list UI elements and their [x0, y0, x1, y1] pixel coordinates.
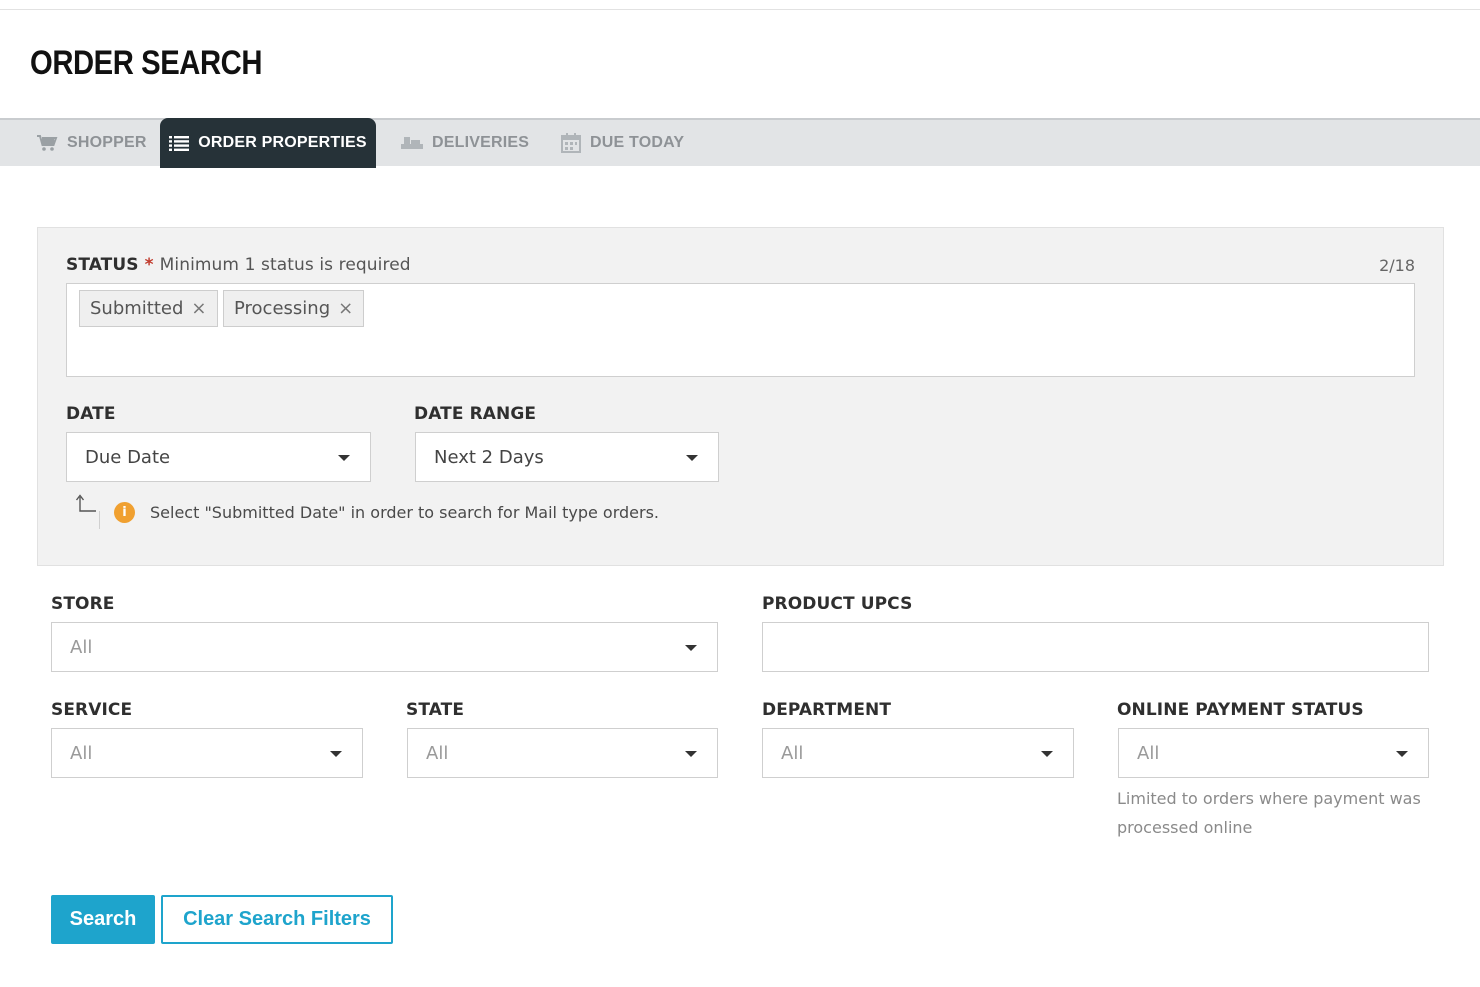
- date-hint-text: Select "Submitted Date" in order to sear…: [150, 502, 659, 522]
- chevron-down-icon: [330, 751, 342, 757]
- remove-tag-icon[interactable]: ×: [338, 298, 353, 319]
- department-select-value: All: [781, 742, 804, 764]
- status-count: 2/18: [1379, 256, 1415, 275]
- tab-deliveries-label: DELIVERIES: [432, 134, 530, 151]
- online-payment-status-select-value: All: [1137, 742, 1160, 764]
- state-select-value: All: [426, 742, 449, 764]
- date-range-select-value: Next 2 Days: [434, 446, 544, 468]
- date-select-value: Due Date: [85, 446, 171, 468]
- cart-icon: [36, 134, 58, 152]
- truck-icon: [401, 135, 423, 151]
- tab-order-properties[interactable]: ORDER PROPERTIES: [160, 118, 376, 168]
- service-select-value: All: [70, 742, 93, 764]
- info-icon: i: [114, 501, 135, 523]
- state-select[interactable]: All: [407, 728, 718, 778]
- state-label: STATE: [406, 700, 465, 720]
- status-label-row: STATUS * Minimum 1 status is required: [66, 255, 411, 275]
- search-button[interactable]: Search: [51, 895, 155, 944]
- online-payment-help-text: Limited to orders where payment was proc…: [1117, 789, 1421, 837]
- top-divider: [0, 0, 1480, 10]
- status-tag-label: Processing: [234, 298, 331, 319]
- tab-shopper-label: SHOPPER: [67, 134, 147, 151]
- chevron-down-icon: [338, 455, 350, 461]
- page-title: ORDER SEARCH: [30, 44, 263, 82]
- tab-due-today[interactable]: DUE TODAY: [561, 118, 684, 168]
- status-filter-panel: STATUS * Minimum 1 status is required 2/18…: [37, 227, 1444, 566]
- required-indicator: *: [144, 255, 154, 275]
- date-select[interactable]: Due Date: [66, 432, 371, 482]
- store-label: STORE: [51, 594, 115, 614]
- product-upcs-input[interactable]: [762, 622, 1429, 672]
- status-requirement-note: Minimum 1 status is required: [159, 255, 411, 275]
- list-icon: [169, 135, 190, 151]
- status-multiselect[interactable]: Submitted × Processing ×: [66, 283, 1415, 377]
- status-tag-submitted: Submitted ×: [79, 290, 218, 327]
- service-select[interactable]: All: [51, 728, 363, 778]
- chevron-down-icon: [1041, 751, 1053, 757]
- status-label: STATUS: [66, 255, 139, 275]
- date-range-label: DATE RANGE: [414, 404, 537, 424]
- date-hint: i Select "Submitted Date" in order to se…: [74, 491, 659, 533]
- store-select-value: All: [70, 636, 93, 658]
- clear-search-filters-button[interactable]: Clear Search Filters: [161, 895, 393, 944]
- remove-tag-icon[interactable]: ×: [191, 298, 206, 319]
- tab-deliveries[interactable]: DELIVERIES: [401, 118, 529, 168]
- service-label: SERVICE: [51, 700, 133, 720]
- online-payment-status-label: ONLINE PAYMENT STATUS: [1117, 700, 1364, 720]
- calendar-icon: [561, 133, 581, 153]
- chevron-down-icon: [685, 645, 697, 651]
- status-tag-processing: Processing ×: [223, 290, 365, 327]
- product-upcs-label: PRODUCT UPCS: [762, 594, 913, 614]
- status-tag-label: Submitted: [90, 298, 184, 319]
- store-select[interactable]: All: [51, 622, 718, 672]
- chevron-down-icon: [1396, 751, 1408, 757]
- online-payment-status-select[interactable]: All: [1118, 728, 1429, 778]
- tab-shopper[interactable]: SHOPPER: [36, 118, 147, 168]
- date-label: DATE: [66, 404, 116, 424]
- chevron-down-icon: [686, 455, 698, 461]
- tab-bar: SHOPPER ORDER PROPERTIES DELIVERIES DUE …: [0, 118, 1480, 168]
- date-range-select[interactable]: Next 2 Days: [415, 432, 719, 482]
- department-label: DEPARTMENT: [762, 700, 892, 720]
- tab-order-properties-label: ORDER PROPERTIES: [198, 134, 367, 151]
- corner-arrow-icon: [74, 491, 101, 533]
- tab-due-today-label: DUE TODAY: [590, 134, 685, 151]
- chevron-down-icon: [685, 751, 697, 757]
- department-select[interactable]: All: [762, 728, 1074, 778]
